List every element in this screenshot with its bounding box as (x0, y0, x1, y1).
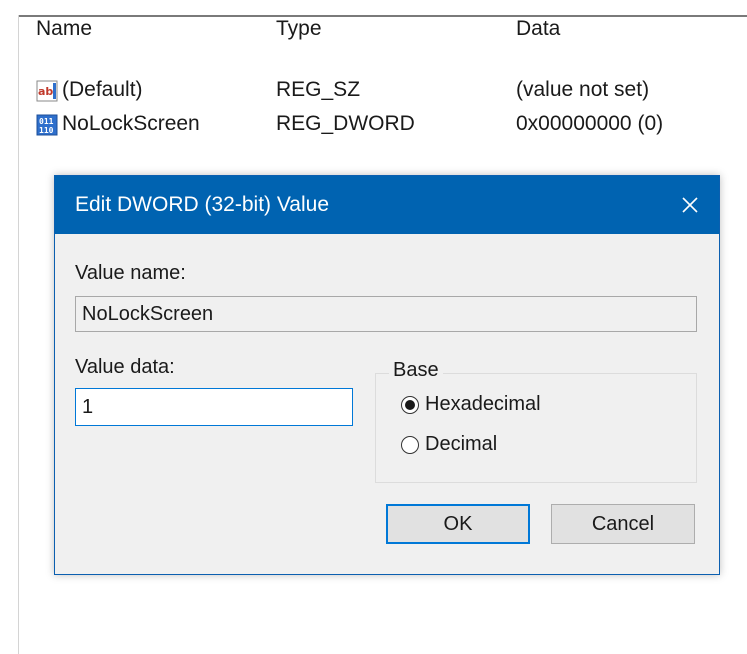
base-groupbox (375, 373, 697, 483)
string-value-icon: ab (36, 80, 58, 102)
base-group-label: Base (389, 359, 443, 382)
value-data: (value not set) (516, 78, 650, 101)
value-type: REG_DWORD (276, 112, 415, 135)
radio-button[interactable] (401, 435, 419, 454)
registry-editor-window: Name Type Data ab (Default) REG_SZ (valu… (0, 0, 747, 654)
svg-text:ab: ab (38, 85, 53, 98)
edit-dword-dialog: Edit DWORD (32-bit) Value Value name: Va… (54, 175, 720, 575)
value-data: 0x00000000 (0) (516, 112, 664, 135)
column-header-name[interactable]: Name (36, 17, 92, 41)
ok-button[interactable]: OK (386, 504, 530, 544)
close-button[interactable] (661, 176, 719, 234)
svg-text:011: 011 (39, 117, 54, 126)
radio-selected-dot (405, 399, 415, 410)
value-type: REG_SZ (276, 78, 361, 101)
value-data-input[interactable] (75, 388, 353, 426)
column-header-type[interactable]: Type (276, 17, 322, 41)
column-header-data[interactable]: Data (516, 17, 560, 41)
cancel-button[interactable]: Cancel (551, 504, 695, 544)
decimal-label: Decimal (425, 433, 498, 455)
pane-splitter[interactable] (18, 15, 19, 654)
hexadecimal-label: Hexadecimal (425, 393, 541, 415)
hexadecimal-radio[interactable]: Hexadecimal (401, 393, 541, 416)
value-name: (Default) (62, 78, 143, 101)
value-name-label: Value name: (75, 262, 186, 284)
decimal-radio[interactable]: Decimal (401, 433, 497, 456)
list-header-divider (18, 15, 747, 17)
binary-value-icon: 011 110 (36, 114, 58, 136)
value-name: NoLockScreen (62, 112, 200, 135)
dialog-titlebar[interactable]: Edit DWORD (32-bit) Value (55, 176, 719, 234)
radio-button[interactable] (401, 395, 419, 414)
value-data-label: Value data: (75, 356, 175, 378)
value-name-field[interactable] (75, 296, 697, 332)
svg-text:110: 110 (39, 126, 54, 135)
dialog-title: Edit DWORD (32-bit) Value (75, 193, 330, 216)
close-icon (682, 197, 698, 213)
